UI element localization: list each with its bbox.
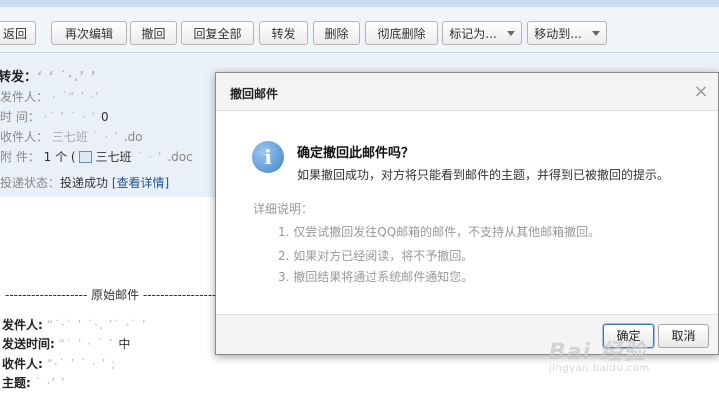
delivery-status-row: 投递状态：投递成功 [查看详情]: [0, 174, 169, 191]
chevron-down-icon: [506, 30, 515, 36]
delete-permanent-button[interactable]: 彻底删除: [365, 21, 438, 45]
attachment-row: 附 件： 1 个 ( 三七班 ˙ · ’ .doc: [0, 150, 193, 164]
dialog-title: 撤回邮件: [230, 87, 279, 101]
document-icon: [79, 151, 93, 163]
dialog-description: 如果撤回成功，对方将只能看到邮件的主题，并得到已被撤回的提示。: [297, 168, 670, 182]
delete-permanent-label: 彻底删除: [377, 26, 426, 41]
reply-all-label: 回复全部: [193, 26, 242, 41]
recall-dialog: 撤回邮件 × i 确定撤回此邮件吗？ 如果撤回成功，对方将只能看到邮件的主题，并…: [215, 72, 719, 355]
sender-label: 发件人：: [0, 90, 49, 104]
orig-recipient-label: 收件人:: [2, 357, 43, 371]
detail-item: 1. 仅尝试撤回发往QQ邮箱的邮件，不支持从其他邮箱撤回。: [278, 225, 601, 239]
delete-button[interactable]: 删除: [313, 21, 360, 45]
time-digit: 0: [101, 110, 109, 124]
recipient-ext: .do: [123, 130, 143, 144]
back-button[interactable]: 返回: [0, 21, 36, 45]
top-strip: [0, 0, 719, 7]
attachment-label: 附 件：: [0, 150, 40, 164]
orig-time-tail: 中: [118, 337, 131, 351]
reedit-label: 再次编辑: [64, 26, 113, 41]
dialog-title-bar: 撤回邮件 ×: [216, 73, 718, 111]
reedit-button[interactable]: 再次编辑: [51, 21, 127, 45]
attachment-count: 1 个 (: [43, 150, 76, 164]
delete-label: 删除: [324, 26, 349, 41]
orig-subject-row: 主题: ˙ ·’ ’: [2, 376, 66, 390]
view-details-link[interactable]: [查看详情]: [112, 176, 169, 190]
watermark-sub: jingyan.baidu.com: [549, 363, 650, 374]
original-mail-separator: ------------------- 原始邮件 ---------------…: [5, 288, 226, 302]
orig-sender-row: 发件人: “˙·˙ ’ ˙·. ’˙ ·˙ ’: [2, 318, 147, 332]
orig-time-row: 发送时间: “˙ ’ · ˙ ’ 中: [2, 337, 131, 351]
recipient-value: 三七班: [51, 130, 88, 144]
subject-label: 转发：: [0, 70, 38, 85]
back-label: 返回: [2, 26, 27, 41]
info-icon: i: [252, 141, 284, 173]
orig-time-label: 发送时间:: [2, 337, 55, 351]
detail-item: 3. 撤回结果将通过系统邮件通知您。: [278, 270, 474, 284]
reply-all-button[interactable]: 回复全部: [181, 21, 254, 45]
orig-sender-label: 发件人:: [2, 318, 43, 332]
detail-title: 详细说明：: [253, 202, 314, 216]
attachment-ext: .doc: [167, 150, 193, 164]
orig-recipient-row: 收件人: “·˙ ’ ˙ · ’ ;: [2, 357, 117, 371]
recall-label: 撤回: [141, 26, 166, 41]
time-row: 时 间： ·˙ ’ ˙ · ‘ 0: [0, 110, 109, 124]
attachment-name[interactable]: 三七班: [95, 150, 131, 164]
forward-label: 转发: [271, 26, 296, 41]
forward-button[interactable]: 转发: [259, 21, 308, 45]
dialog-heading: 确定撤回此邮件吗？: [297, 146, 415, 161]
recipient-label: 收件人：: [0, 130, 49, 144]
mail-toolbar: 返回 再次编辑 撤回 回复全部 转发 删除 彻底删除 标记为... 移动到...: [0, 7, 719, 53]
mark-as-label: 标记为...: [449, 26, 497, 41]
move-to-dropdown[interactable]: 移动到...: [527, 21, 607, 45]
sender-row: 发件人： · ˙“ ’ ·’: [0, 90, 100, 104]
cancel-button[interactable]: 取消: [658, 324, 709, 348]
mail-subject: 转发：‘ ‘ ˙·.’ ’: [0, 70, 97, 85]
watermark-main: Bai 经验: [549, 340, 646, 365]
move-to-label: 移动到...: [534, 26, 582, 41]
recall-button[interactable]: 撤回: [130, 21, 177, 45]
orig-subject-label: 主题:: [2, 376, 31, 390]
time-label: 时 间：: [0, 110, 40, 124]
recipient-row: 收件人： 三七班 ˙ · ’ .do: [0, 130, 143, 144]
baidu-watermark: Bai 经验 jingyan.baidu.com: [549, 334, 649, 374]
detail-item: 2. 如果对方已经阅读，将不予撤回。: [278, 249, 474, 263]
mark-as-dropdown[interactable]: 标记为...: [442, 21, 522, 45]
status-label: 投递状态：: [0, 176, 61, 190]
status-value: 投递成功: [60, 176, 109, 190]
close-icon[interactable]: ×: [692, 83, 710, 101]
chevron-down-icon: [591, 30, 600, 36]
